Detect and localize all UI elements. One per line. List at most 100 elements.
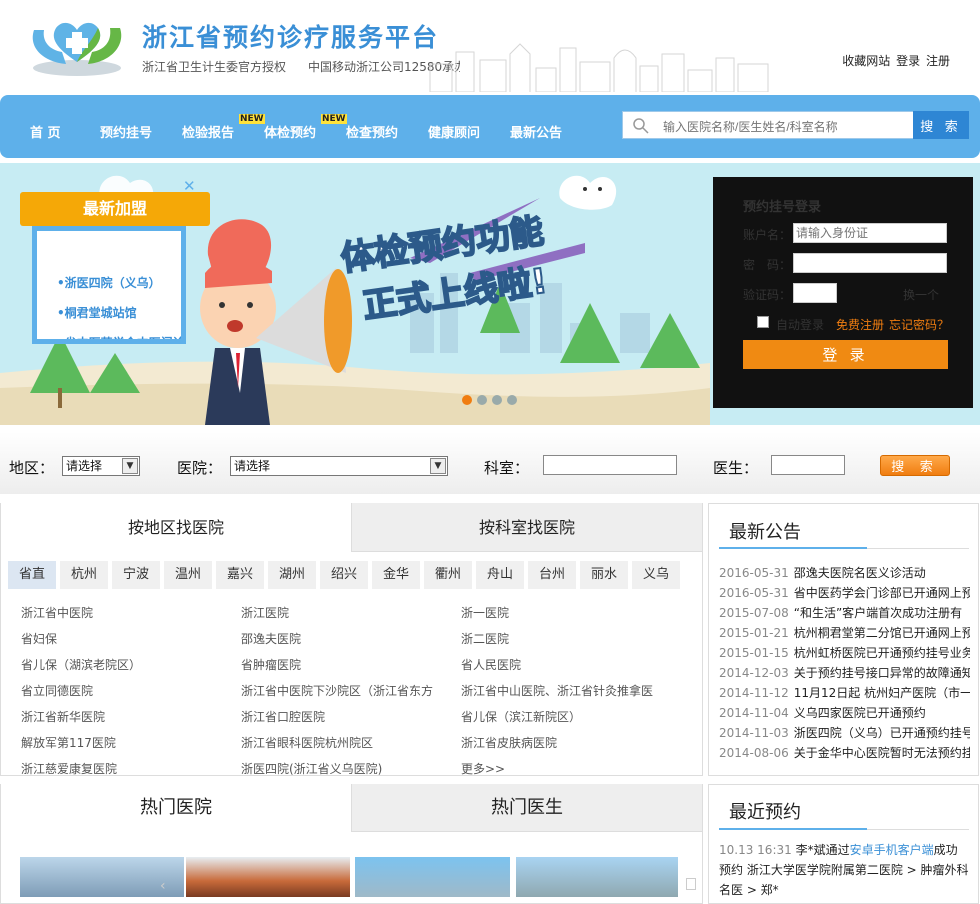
site-search-input[interactable] [663, 118, 909, 136]
filter-search-button[interactable]: 搜 索 [880, 455, 950, 476]
hospital-link[interactable]: 浙江省皮肤病医院 [461, 734, 671, 751]
account-input[interactable] [793, 223, 947, 243]
doctor-input[interactable] [771, 455, 845, 475]
notice-item[interactable]: 2014-08-06 关于金华中心医院暂时无法预约挂 [719, 744, 970, 761]
notice-item[interactable]: 2015-01-15 杭州虹桥医院已开通预约挂号业务 [719, 644, 970, 661]
city-skyline-illustration [429, 43, 769, 92]
notice-title: 最新公告 [729, 522, 801, 543]
chevron-left-icon[interactable]: ‹ [160, 878, 166, 894]
notice-item[interactable]: 2015-07-08 “和生活”客户端首次成功注册有 [719, 604, 970, 621]
site-search-button[interactable]: 搜 索 [913, 111, 969, 139]
hospital-select[interactable]: 请选择 ▼ [230, 456, 448, 476]
scroll-arrow-icon[interactable] [686, 878, 696, 890]
recent-user: 李*斌通过 [795, 843, 850, 857]
hospital-photo[interactable] [355, 857, 510, 897]
region-tab[interactable]: 宁波 [112, 561, 160, 589]
hospital-link[interactable]: 浙医四院(浙江省义乌医院) [241, 760, 441, 777]
forgot-password-link[interactable]: 忘记密码？ [889, 316, 949, 333]
hospital-photo[interactable] [516, 857, 678, 897]
register-link[interactable]: 注册 [926, 54, 950, 68]
region-tab[interactable]: 嘉兴 [216, 561, 264, 589]
region-tab[interactable]: 金华 [372, 561, 420, 589]
hospital-link[interactable]: 省肿瘤医院 [241, 656, 441, 673]
new-partner-item[interactable]: •省中医药学会中医门诊 [57, 334, 181, 339]
hospital-link[interactable]: 浙江慈爱康复医院 [21, 760, 231, 777]
login-link[interactable]: 登录 [896, 54, 920, 68]
region-tab[interactable]: 省直 [8, 561, 56, 589]
notice-text: 省中医药学会门诊部已开通网上预 [793, 586, 970, 600]
recent-detail: 预约 浙江大学医学院附属第二医院 > 肿瘤外科 [719, 863, 969, 877]
carousel-dot[interactable] [507, 395, 517, 405]
region-tab[interactable]: 杭州 [60, 561, 108, 589]
hospital-link[interactable]: 浙江省口腔医院 [241, 708, 441, 725]
notice-text: 11月12日起 杭州妇产医院（市一 [793, 686, 970, 700]
nav-health-advisor[interactable]: 健康顾问 [428, 122, 480, 141]
hospital-link[interactable]: 省立同德医院 [21, 682, 231, 699]
hospital-link[interactable]: 邵逸夫医院 [241, 630, 441, 647]
hospital-link[interactable]: 省妇保 [21, 630, 231, 647]
notice-item[interactable]: 2014-12-03 关于预约挂号接口异常的故障通知 [719, 664, 970, 681]
tab-hot-hospitals[interactable]: 热门医院 [1, 784, 351, 832]
region-tab[interactable]: 台州 [528, 561, 576, 589]
tab-by-region[interactable]: 按地区找医院 [1, 503, 351, 552]
divider [867, 548, 969, 549]
login-button[interactable]: 登 录 [743, 340, 948, 369]
close-icon[interactable]: ✕ [183, 177, 196, 195]
hospital-link[interactable]: 浙江医院 [241, 604, 441, 621]
hospital-link[interactable]: 浙二医院 [461, 630, 671, 647]
refresh-captcha-link[interactable]: 换一个 [903, 286, 939, 303]
notice-item[interactable]: 2014-11-04 义乌四家医院已开通预约 [719, 704, 970, 721]
tab-hot-doctors[interactable]: 热门医生 [351, 784, 702, 832]
department-input[interactable] [543, 455, 677, 475]
password-input[interactable] [793, 253, 947, 273]
carousel-dot-active[interactable] [462, 395, 472, 405]
notice-item[interactable]: 2015-01-21 杭州桐君堂第二分馆已开通网上预 [719, 624, 970, 641]
recent-time: 10.13 16:31 [719, 843, 792, 857]
notice-item[interactable]: 2016-05-31 省中医药学会门诊部已开通网上预 [719, 584, 970, 601]
free-register-link[interactable]: 免费注册 [836, 316, 884, 333]
hospital-photo[interactable] [186, 857, 350, 897]
notice-item[interactable]: 2016-05-31 邵逸夫医院名医义诊活动 [719, 564, 970, 581]
recent-title: 最近预约 [729, 802, 801, 823]
tab-by-department[interactable]: 按科室找医院 [351, 503, 702, 552]
notice-text: “和生活”客户端首次成功注册有 [793, 606, 963, 620]
bookmark-link[interactable]: 收藏网站 [842, 54, 890, 68]
region-tab[interactable]: 义乌 [632, 561, 680, 589]
new-partners-title: 最新加盟 [20, 192, 210, 226]
new-partner-item[interactable]: •浙医四院（义乌） [57, 274, 161, 291]
nav-exam-booking[interactable]: 检查预约 [346, 122, 398, 141]
carousel-dot[interactable] [492, 395, 502, 405]
nav-home[interactable]: 首 页 [30, 122, 61, 141]
hospital-link[interactable]: 解放军第117医院 [21, 734, 231, 751]
region-tab[interactable]: 温州 [164, 561, 212, 589]
region-tab[interactable]: 绍兴 [320, 561, 368, 589]
hospital-link[interactable]: 浙一医院 [461, 604, 671, 621]
region-select[interactable]: 请选择 ▼ [62, 456, 140, 476]
region-tab[interactable]: 舟山 [476, 561, 524, 589]
region-tab[interactable]: 衢州 [424, 561, 472, 589]
hospital-link[interactable]: 省人民医院 [461, 656, 671, 673]
captcha-input[interactable] [793, 283, 837, 303]
new-partner-item[interactable]: •桐君堂城站馆 [57, 304, 137, 321]
nav-lab-report[interactable]: 检验报告 [182, 122, 234, 141]
notice-item[interactable]: 2014-11-12 11月12日起 杭州妇产医院（市一 [719, 684, 970, 701]
hospital-link[interactable]: 浙江省眼科医院杭州院区 [241, 734, 441, 751]
hospital-link[interactable]: 省儿保（湖滨老院区） [21, 656, 231, 673]
notice-date: 2016-05-31 [719, 586, 789, 600]
hospital-link[interactable]: 浙江省新华医院 [21, 708, 231, 725]
nav-physical-exam[interactable]: 体检预约 [264, 122, 316, 141]
auto-login-checkbox[interactable] [757, 316, 769, 328]
hospital-link[interactable]: 浙江省中医院 [21, 604, 231, 621]
region-tab[interactable]: 丽水 [580, 561, 628, 589]
nav-registration[interactable]: 预约挂号 [100, 122, 152, 141]
notice-item[interactable]: 2014-11-03 浙医四院（义乌）已开通预约挂号 [719, 724, 970, 741]
hospital-link[interactable]: 省儿保（滨江新院区） [461, 708, 671, 725]
nav-announcements[interactable]: 最新公告 [510, 122, 562, 141]
carousel-dot[interactable] [477, 395, 487, 405]
notice-text: 义乌四家医院已开通预约 [793, 706, 926, 720]
hospital-link[interactable]: 浙江省中医院下沙院区（浙江省东方 [241, 682, 441, 699]
hospital-link[interactable]: 浙江省中山医院、浙江省针灸推拿医 [461, 682, 671, 699]
more-hospitals-link[interactable]: 更多>> [461, 760, 671, 777]
region-tab[interactable]: 湖州 [268, 561, 316, 589]
site-logo[interactable] [26, 12, 128, 78]
